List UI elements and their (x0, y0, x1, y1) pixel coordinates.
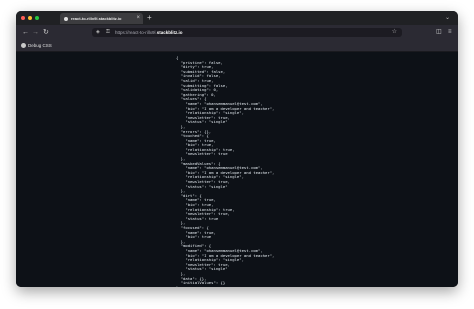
json-line: } (176, 285, 178, 287)
url-domain: stackblitz.io (156, 30, 183, 35)
lock-icon[interactable]: ⚿ (106, 29, 110, 36)
back-button[interactable]: ← (22, 27, 29, 38)
json-line: "initialValues": {} (180, 280, 226, 286)
tab-title: react-to-rillx9l.stackblitz.io (71, 16, 122, 21)
minimize-window-button[interactable] (28, 16, 32, 20)
page-content: { "pristine": false, "dirty": true, "sub… (16, 52, 458, 287)
bookmark-star-icon[interactable]: ☆ (392, 28, 397, 37)
form-state-json-output: { "pristine": false, "dirty": true, "sub… (176, 55, 274, 287)
url-prefix: https://react-to-rillx9l. (115, 30, 157, 35)
bookmark-globe-icon (21, 43, 26, 48)
pocket-icon[interactable]: ◫ (436, 27, 442, 38)
browser-window: react-to-rillx9l.stackblitz.io × + ⌄ ← →… (16, 11, 458, 287)
tracking-shield-icon[interactable]: ◈ (96, 29, 100, 36)
url-text[interactable]: https://react-to-rillx9l.stackblitz.io (115, 29, 183, 36)
tab-list-chevron-icon[interactable]: ⌄ (445, 12, 450, 24)
site-favicon-icon (64, 16, 68, 21)
tab-bar: react-to-rillx9l.stackblitz.io × + ⌄ (16, 11, 458, 25)
bookmark-debug-css[interactable]: Debug CSS (28, 42, 52, 49)
new-tab-button[interactable]: + (147, 12, 152, 24)
reload-button[interactable]: ↻ (43, 27, 49, 38)
forward-button[interactable]: → (32, 27, 39, 38)
tab-active[interactable]: react-to-rillx9l.stackblitz.io × (60, 13, 143, 24)
window-controls (21, 16, 39, 20)
tab-close-icon[interactable]: × (136, 14, 140, 23)
close-window-button[interactable] (21, 16, 25, 20)
zoom-window-button[interactable] (35, 16, 39, 20)
navigation-toolbar: ← → ↻ ◈ ⚿ https://react-to-rillx9l.stack… (16, 25, 458, 40)
address-bar[interactable]: ◈ ⚿ https://react-to-rillx9l.stackblitz.… (92, 28, 402, 37)
menu-icon[interactable]: ≡ (448, 27, 452, 38)
bookmarks-toolbar: Debug CSS (16, 40, 458, 52)
